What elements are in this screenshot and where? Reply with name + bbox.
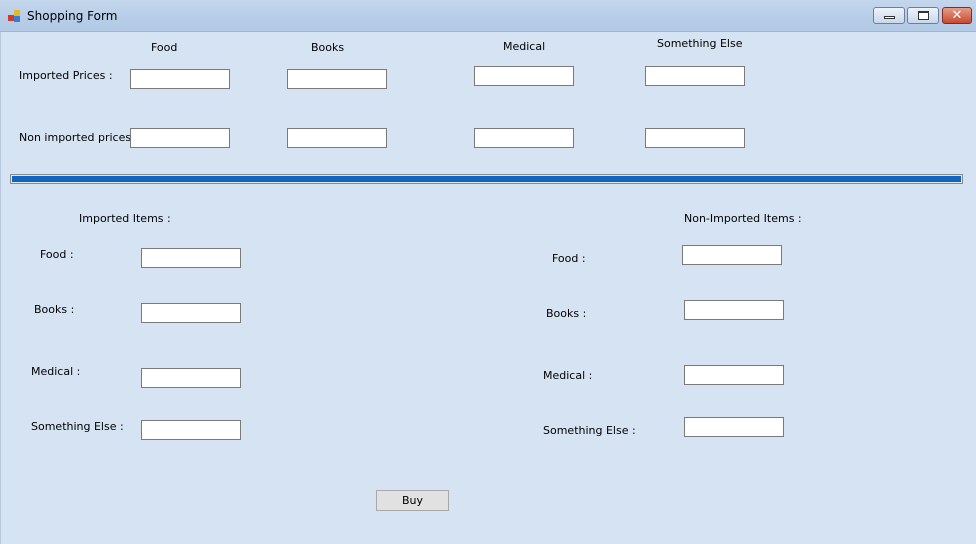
- non-imported-prices-label: Non imported prices:: [19, 131, 135, 144]
- title-bar[interactable]: Shopping Form ✕: [0, 0, 976, 32]
- column-header-food: Food: [151, 41, 178, 54]
- app-icon: [8, 10, 21, 22]
- non-imported-medical-input[interactable]: [684, 365, 784, 385]
- non-imported-items-heading: Non-Imported Items :: [684, 212, 802, 225]
- imported-something-else-label: Something Else :: [31, 420, 124, 433]
- non-imported-food-label: Food :: [552, 252, 586, 265]
- imported-prices-label: Imported Prices :: [19, 69, 113, 82]
- imported-something-else-input[interactable]: [141, 420, 241, 440]
- non-imported-medical-price-input[interactable]: [474, 128, 574, 148]
- non-imported-food-price-input[interactable]: [130, 128, 230, 148]
- imported-medical-input[interactable]: [141, 368, 241, 388]
- non-imported-books-label: Books :: [546, 307, 587, 320]
- non-imported-books-price-input[interactable]: [287, 128, 387, 148]
- minimize-icon: [884, 16, 895, 19]
- close-icon: ✕: [951, 8, 963, 23]
- buy-button[interactable]: Buy: [376, 490, 449, 511]
- form-client-area: [0, 32, 976, 544]
- maximize-button[interactable]: [907, 7, 939, 24]
- progress-bar: [10, 174, 963, 184]
- column-header-something-else: Something Else: [657, 37, 743, 50]
- restore-icon: [918, 11, 929, 20]
- progress-bar-fill: [12, 176, 961, 182]
- imported-food-input[interactable]: [141, 248, 241, 268]
- imported-books-label: Books :: [34, 303, 75, 316]
- column-header-books: Books: [311, 41, 345, 54]
- imported-items-heading: Imported Items :: [79, 212, 171, 225]
- column-header-medical: Medical: [503, 40, 546, 53]
- imported-something-else-price-input[interactable]: [645, 66, 745, 86]
- imported-books-input[interactable]: [141, 303, 241, 323]
- imported-food-label: Food :: [40, 248, 74, 261]
- minimize-button[interactable]: [873, 7, 905, 24]
- close-button[interactable]: ✕: [942, 7, 972, 24]
- non-imported-food-input[interactable]: [682, 245, 782, 265]
- non-imported-something-else-input[interactable]: [684, 417, 784, 437]
- non-imported-books-input[interactable]: [684, 300, 784, 320]
- imported-medical-price-input[interactable]: [474, 66, 574, 86]
- imported-medical-label: Medical :: [31, 365, 81, 378]
- imported-books-price-input[interactable]: [287, 69, 387, 89]
- non-imported-medical-label: Medical :: [543, 369, 593, 382]
- non-imported-something-else-label: Something Else :: [543, 424, 636, 437]
- window-title: Shopping Form: [27, 9, 118, 23]
- non-imported-something-else-price-input[interactable]: [645, 128, 745, 148]
- imported-food-price-input[interactable]: [130, 69, 230, 89]
